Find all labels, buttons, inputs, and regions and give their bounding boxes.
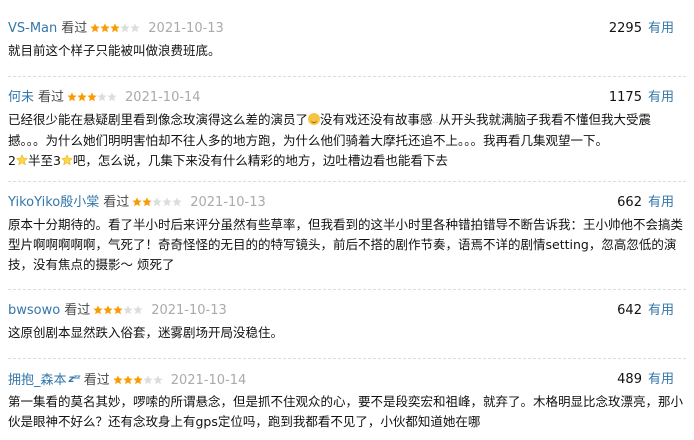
- vote-count: 1175: [608, 90, 642, 105]
- vote-area: 489 有用: [617, 370, 674, 390]
- useful-button[interactable]: 有用: [648, 21, 674, 36]
- watch-status: 看过: [83, 373, 110, 388]
- comment-text: 这原创剧本显然跌入俗套，迷雾剧场开局没稳住。: [8, 325, 284, 340]
- comment-item: 何未 看过 2021-10-14 1175 有用 已经很少能在悬疑剧里看到像念玫演得这…: [0, 76, 694, 171]
- comment-date: 2021-10-14: [125, 90, 201, 105]
- star-filled-icon: [77, 92, 87, 102]
- star-filled-icon: [67, 92, 77, 102]
- comment-user-link[interactable]: YikoYiko殷小棠: [8, 195, 99, 210]
- comment-date: 2021-10-13: [148, 21, 224, 36]
- vote-count: 2295: [608, 21, 642, 36]
- star-empty-icon: [172, 197, 182, 207]
- star-empty-icon: [130, 23, 140, 33]
- comment-list: VS-Man 看过 2021-10-13 2295 有用 就目前这个样子只能被叫做浪费…: [0, 0, 694, 440]
- star-filled-icon: [103, 305, 113, 315]
- rating-stars: [93, 305, 143, 325]
- star-empty-icon: [162, 197, 172, 207]
- useful-button[interactable]: 有用: [648, 90, 674, 105]
- vote-area: 662 有用: [617, 193, 674, 213]
- vote-area: 1175 有用: [609, 88, 674, 108]
- comment-text-part: 没有戏还没有故事感: [320, 112, 433, 127]
- useful-button[interactable]: 有用: [648, 195, 674, 210]
- comment-item: 拥抱_森本 zᶻᶻ 看过 2021-10-14 489 有用 第一集看的莫名其妙，啰嗦的…: [0, 358, 694, 432]
- comment-header: 何未 看过 2021-10-14 1175 有用: [8, 88, 686, 108]
- star-empty-icon: [97, 92, 107, 102]
- star-empty-icon: [153, 375, 163, 385]
- star-empty-icon: [120, 23, 130, 33]
- comment-item: bwsowo 看过 2021-10-13 642 有用 这原创剧本显然跌入俗套，迷雾剧…: [0, 289, 694, 343]
- star-empty-icon: [107, 92, 117, 102]
- comment-user-link[interactable]: 何未: [8, 90, 34, 105]
- watch-status: 看过: [38, 90, 65, 105]
- comment-header: 拥抱_森本 zᶻᶻ 看过 2021-10-14 489 有用: [8, 370, 686, 390]
- comment-text: 第一集看的莫名其妙，啰嗦的所谓悬念，但是抓不住观众的心，要不是段奕宏和祖峰，就弃…: [8, 394, 684, 429]
- vote-count: 489: [617, 372, 642, 387]
- star-empty-icon: [123, 305, 133, 315]
- watch-status: 看过: [103, 195, 130, 210]
- vote-area: 642 有用: [617, 301, 674, 321]
- rating-stars: [67, 92, 117, 112]
- comment-header: VS-Man 看过 2021-10-13 2295 有用: [8, 19, 686, 39]
- grin-sweat-emoji-icon: [308, 113, 321, 125]
- star-filled-icon: [123, 375, 133, 385]
- star-filled-icon: [93, 305, 103, 315]
- watch-status: 看过: [64, 303, 91, 318]
- comment-text-part: 吧，怎么说，几集下来没有什么精彩的地方，边吐槽边看也能看下去: [72, 153, 448, 168]
- star-empty-icon: [152, 197, 162, 207]
- comment-date: 2021-10-13: [151, 303, 227, 318]
- comment-date: 2021-10-14: [170, 373, 247, 388]
- star-emoji-icon: [60, 154, 73, 166]
- vote-area: 2295 有用: [609, 19, 674, 39]
- star-filled-icon: [87, 92, 97, 102]
- comment-text: 已经很少能在悬疑剧里看到像念玫演得这么差的演员了 没有戏还没有故事感‥从开头我就满…: [8, 110, 686, 171]
- comment-text: 原本十分期待的。看了半小时后来评分虽然有些草率，但我看到的这半小时里各种错拍错导…: [8, 217, 684, 272]
- vote-count: 662: [617, 195, 642, 210]
- star-filled-icon: [110, 23, 120, 33]
- star-empty-icon: [143, 375, 153, 385]
- comment-date: 2021-10-13: [190, 195, 266, 210]
- star-empty-icon: [133, 305, 143, 315]
- comment-user-link[interactable]: VS-Man: [8, 21, 57, 36]
- rating-stars: [132, 197, 182, 217]
- comment-item: VS-Man 看过 2021-10-13 2295 有用 就目前这个样子只能被叫做浪费…: [0, 19, 694, 61]
- rating-stars: [113, 375, 163, 395]
- comment-text: 就目前这个样子只能被叫做浪费班底。: [8, 43, 221, 58]
- watch-status: 看过: [61, 21, 88, 36]
- comment-text-part: 已经很少能在悬疑剧里看到像念玫演得这么差的演员了: [8, 112, 309, 127]
- star-filled-icon: [90, 23, 100, 33]
- rating-stars: [90, 23, 140, 43]
- star-filled-icon: [113, 375, 123, 385]
- comment-text-part: 半至3: [27, 153, 61, 168]
- comment-header: bwsowo 看过 2021-10-13 642 有用: [8, 301, 686, 321]
- useful-button[interactable]: 有用: [648, 303, 674, 318]
- comment-header: YikoYiko殷小棠 看过 2021-10-13 662 有用: [8, 193, 686, 213]
- comment-user-link[interactable]: 拥抱_森本: [8, 373, 67, 388]
- star-filled-icon: [142, 197, 152, 207]
- sleeping-zzz-icon: zᶻᶻ: [68, 374, 81, 385]
- comment-item: YikoYiko殷小棠 看过 2021-10-13 662 有用 原本十分期待的。看了…: [0, 181, 694, 275]
- useful-button[interactable]: 有用: [648, 372, 674, 387]
- star-emoji-icon: [15, 154, 28, 166]
- star-filled-icon: [100, 23, 110, 33]
- comment-user-link[interactable]: bwsowo: [8, 303, 60, 318]
- vote-count: 642: [617, 303, 642, 318]
- star-filled-icon: [133, 375, 143, 385]
- comment-text-part: 2: [8, 153, 16, 168]
- star-filled-icon: [132, 197, 142, 207]
- star-filled-icon: [113, 305, 123, 315]
